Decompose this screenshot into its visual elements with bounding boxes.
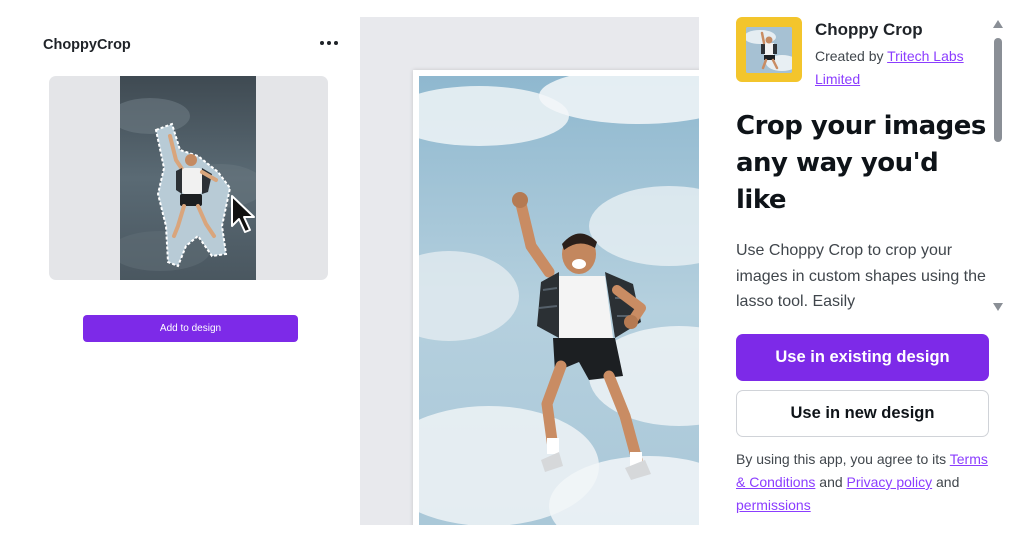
use-in-existing-design-button[interactable]: Use in existing design bbox=[736, 334, 989, 381]
canvas-photo[interactable] bbox=[419, 76, 699, 525]
app-author: Created by Tritech Labs Limited bbox=[815, 45, 965, 91]
app-preview-card bbox=[49, 76, 328, 280]
privacy-policy-link[interactable]: Privacy policy bbox=[847, 474, 933, 490]
app-panel: ChoppyCrop Add to design bbox=[0, 0, 355, 553]
more-options-icon[interactable] bbox=[313, 31, 345, 55]
app-headline: Crop your images any way you'd like bbox=[736, 111, 986, 215]
design-canvas[interactable] bbox=[360, 17, 699, 525]
legal-notice: By using this app, you agree to its Term… bbox=[736, 448, 996, 517]
app-icon bbox=[736, 17, 802, 82]
permissions-link[interactable]: permissions bbox=[736, 497, 811, 513]
app-panel-title: ChoppyCrop bbox=[43, 37, 131, 53]
app-name: Choppy Crop bbox=[815, 20, 923, 39]
canvas-image bbox=[419, 76, 699, 525]
legal-prefix: By using this app, you agree to its bbox=[736, 451, 950, 467]
use-in-new-design-button[interactable]: Use in new design bbox=[736, 390, 989, 437]
canvas-page[interactable] bbox=[413, 70, 699, 525]
preview-image bbox=[120, 76, 256, 280]
app-icon-photo bbox=[746, 26, 792, 73]
preview-photo bbox=[120, 76, 256, 280]
scroll-down-arrow-icon[interactable] bbox=[993, 303, 1003, 311]
scroll-up-arrow-icon[interactable] bbox=[993, 20, 1003, 28]
legal-and-1: and bbox=[815, 474, 847, 490]
app-description: Use Choppy Crop to crop your images in c… bbox=[736, 242, 986, 310]
app-detail-sidebar: Choppy Crop Created by Tritech Labs Limi… bbox=[705, 0, 1024, 553]
add-to-design-button[interactable]: Add to design bbox=[83, 315, 298, 342]
created-by-label: Created by bbox=[815, 48, 888, 64]
scrollbar-thumb[interactable] bbox=[994, 38, 1002, 142]
legal-and-2: and bbox=[932, 474, 960, 490]
app-icon-image bbox=[746, 26, 792, 73]
